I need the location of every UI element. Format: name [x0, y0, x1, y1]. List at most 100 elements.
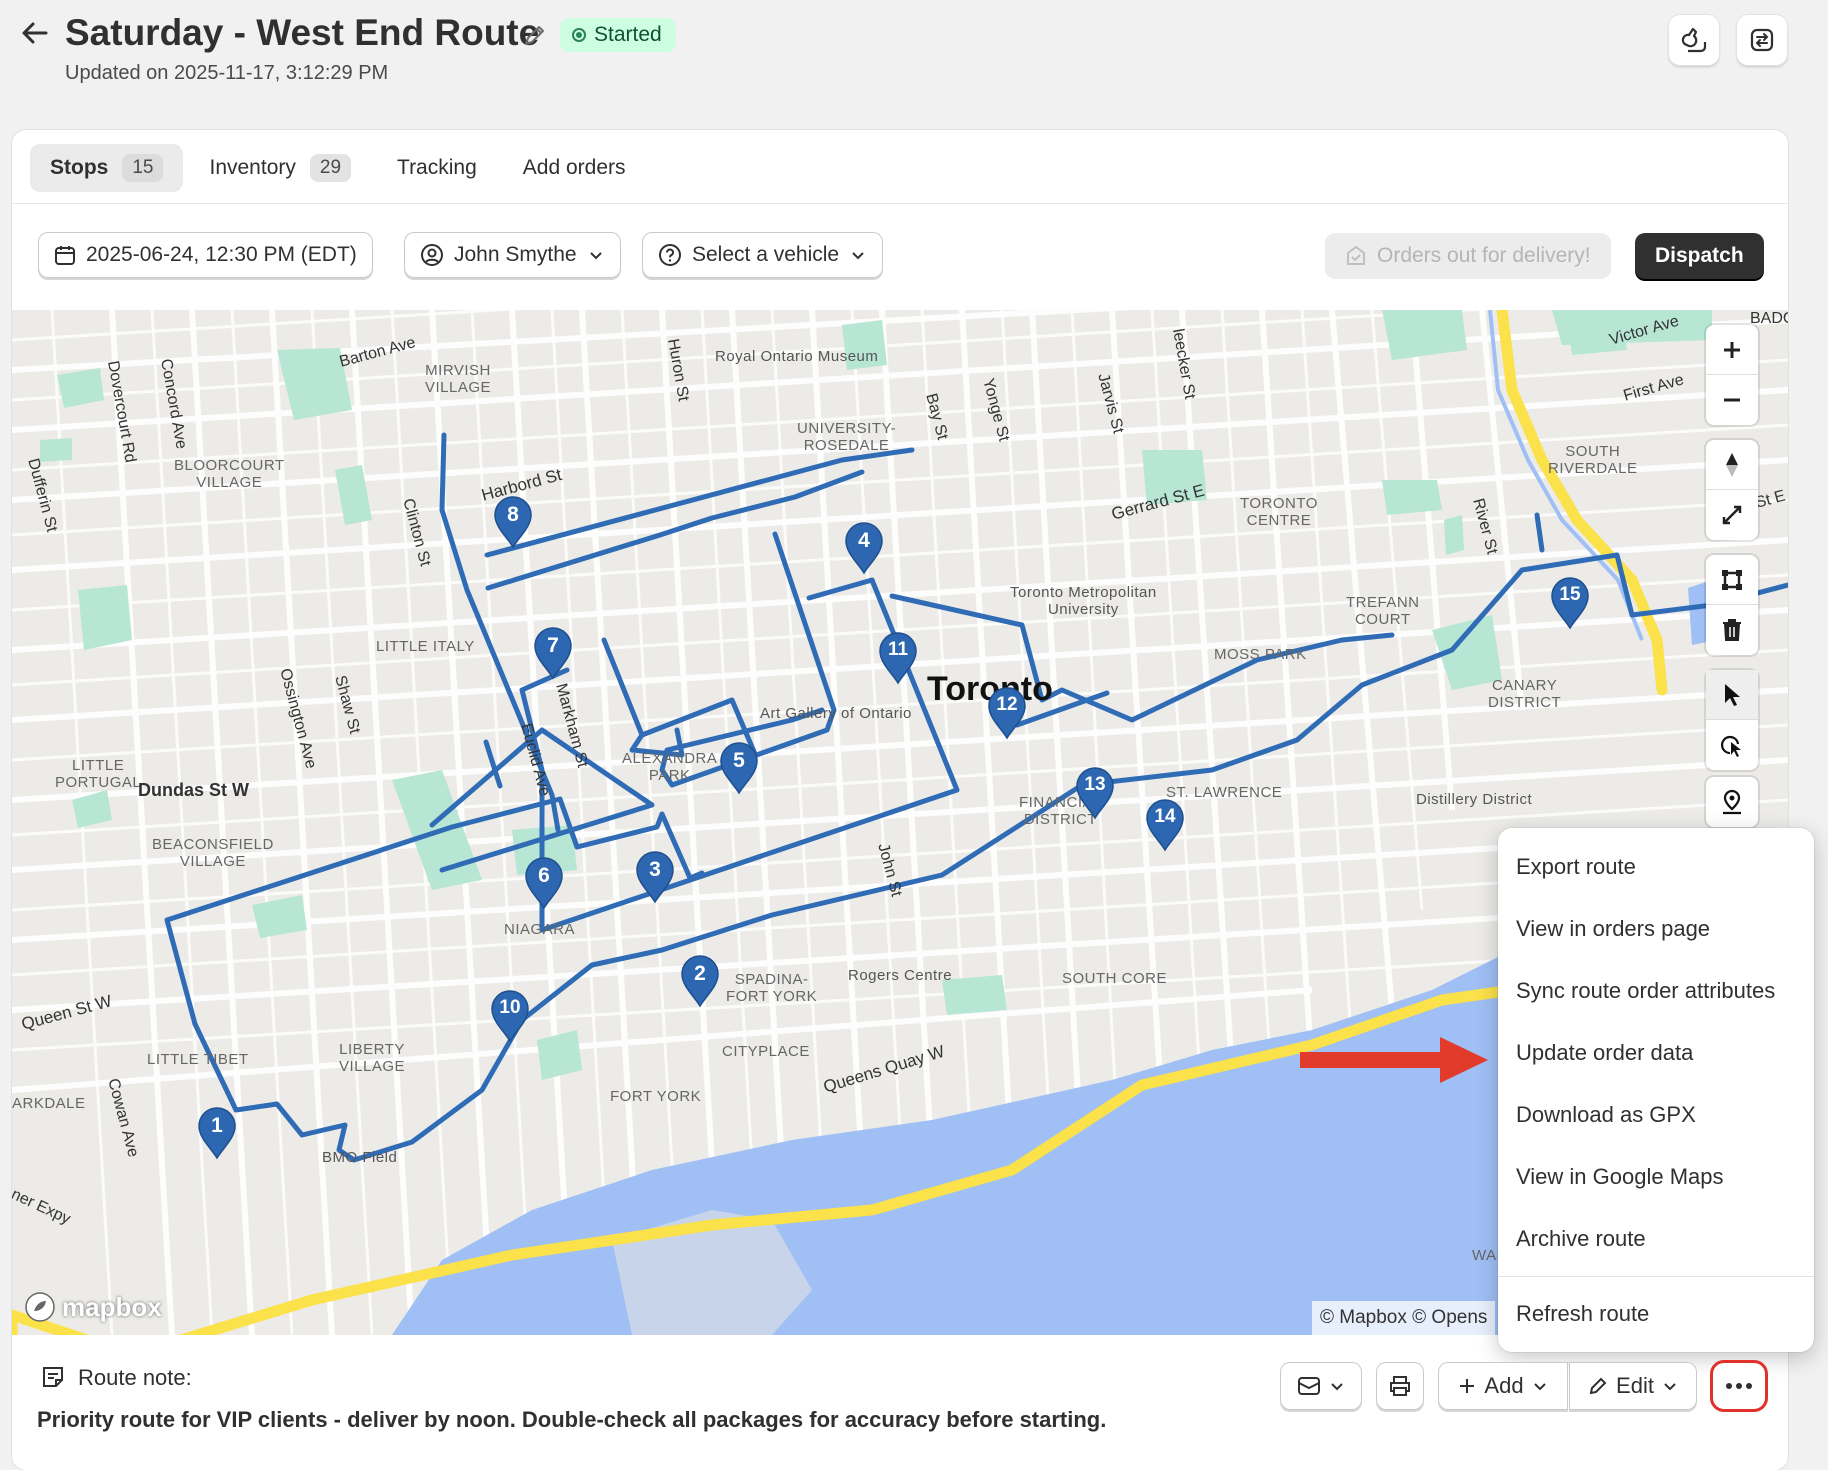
chevron-down-icon — [589, 252, 602, 260]
stop-marker-label: 12 — [996, 694, 1018, 715]
poi-label: Toronto Metropolitan University — [1010, 584, 1157, 618]
zoom-out-button[interactable] — [1706, 375, 1758, 425]
expand-icon — [1722, 505, 1742, 525]
lasso-select-button[interactable] — [1706, 720, 1758, 770]
mail-check-icon — [1347, 245, 1365, 265]
menu-item-update-order-data[interactable]: Update order data — [1498, 1022, 1814, 1084]
stop-marker-5[interactable]: 5 — [719, 741, 759, 795]
neighbourhood-label: LITTLE TIBET — [147, 1051, 249, 1068]
menu-item-export-route[interactable]: Export route — [1498, 836, 1814, 898]
neighbourhood-label: TORONTO CENTRE — [1240, 495, 1318, 529]
menu-item-refresh-route[interactable]: Refresh route — [1498, 1283, 1814, 1345]
status-label: Started — [594, 23, 662, 46]
stop-marker-label: 11 — [887, 639, 909, 660]
back-button[interactable] — [20, 18, 56, 54]
email-menu-button[interactable] — [1280, 1362, 1362, 1410]
cursor-icon — [1725, 683, 1740, 706]
tab-tracking[interactable]: Tracking — [377, 144, 497, 192]
stop-marker-8[interactable]: 8 — [493, 495, 533, 549]
vehicle-value: Select a vehicle — [692, 243, 840, 266]
stop-marker-15[interactable]: 15 — [1550, 576, 1590, 630]
plus-icon — [1724, 341, 1740, 358]
date-picker[interactable]: 2025-06-24, 12:30 PM (EDT) — [38, 232, 373, 278]
stop-marker-6[interactable]: 6 — [524, 856, 564, 910]
stop-marker-label: 8 — [507, 503, 519, 526]
stop-marker-label: 2 — [694, 962, 706, 985]
stop-marker-12[interactable]: 12 — [987, 686, 1027, 740]
stop-marker-13[interactable]: 13 — [1075, 766, 1115, 820]
tab-add-orders[interactable]: Add orders — [503, 144, 646, 192]
neighbourhood-label: FORT YORK — [610, 1088, 702, 1105]
more-actions-menu: Export route View in orders page Sync ro… — [1498, 828, 1814, 1352]
zoom-in-button[interactable] — [1706, 325, 1758, 375]
orders-out-label: Orders out for delivery! — [1377, 244, 1591, 267]
neighbourhood-label: NIAGARA — [504, 921, 576, 938]
mapbox-icon — [25, 1292, 55, 1322]
stop-marker-4[interactable]: 4 — [844, 521, 884, 575]
stop-marker-10[interactable]: 10 — [490, 989, 530, 1043]
trash-icon — [1723, 619, 1741, 641]
stop-marker-label: 7 — [547, 634, 559, 657]
fullscreen-button[interactable] — [1706, 490, 1758, 540]
route-note-text: Priority route for VIP clients - deliver… — [37, 1407, 1107, 1432]
poi-label: Distillery District — [1416, 791, 1533, 808]
poi-label: Rogers Centre — [848, 967, 953, 984]
stop-marker-11[interactable]: 11 — [878, 631, 918, 685]
menu-item-archive-route[interactable]: Archive route — [1498, 1208, 1814, 1270]
menu-item-download-gpx[interactable]: Download as GPX — [1498, 1084, 1814, 1146]
delete-drawing-button[interactable] — [1706, 605, 1758, 655]
poi-label: Art Gallery of Ontario — [760, 705, 912, 722]
stop-marker-3[interactable]: 3 — [635, 850, 675, 904]
neighbourhood-label: LIBERTY VILLAGE — [339, 1041, 406, 1075]
add-button[interactable]: Add — [1438, 1362, 1568, 1410]
stop-marker-2[interactable]: 2 — [680, 954, 720, 1008]
geolocate-button[interactable] — [1706, 777, 1758, 827]
stop-marker-14[interactable]: 14 — [1145, 798, 1185, 852]
neighbourhood-label: SOUTH CORE — [1062, 970, 1168, 987]
neighbourhood-label: SPADINA- FORT YORK — [726, 971, 818, 1005]
tab-stops[interactable]: Stops 15 — [30, 144, 184, 192]
switch-route-button[interactable] — [1736, 14, 1788, 66]
orders-out-button[interactable]: Orders out for delivery! — [1325, 233, 1611, 279]
chevron-down-icon — [852, 252, 864, 260]
driver-select[interactable]: John Smythe — [404, 232, 621, 278]
updated-timestamp: Updated on 2025-11-17, 3:12:29 PM — [65, 62, 389, 84]
dispatch-button[interactable]: Dispatch — [1635, 233, 1764, 279]
map-attribution[interactable]: © Mapbox © Opens — [1312, 1301, 1496, 1335]
edit-title-button[interactable] — [522, 22, 548, 48]
vehicle-select[interactable]: Select a vehicle — [642, 232, 884, 278]
stop-marker-1[interactable]: 1 — [197, 1106, 237, 1160]
stop-marker-label: 13 — [1084, 774, 1106, 795]
menu-item-google-maps[interactable]: View in Google Maps — [1498, 1146, 1814, 1208]
stop-marker-label: 1 — [211, 1114, 223, 1137]
menu-item-sync-attributes[interactable]: Sync route order attributes — [1498, 960, 1814, 1022]
polygon-icon — [1722, 569, 1742, 590]
select-tool-button[interactable] — [1706, 670, 1758, 720]
neighbourhood-label: BEACONSFIELD VILLAGE — [152, 836, 274, 870]
neighbourhood-label: MIRVISH VILLAGE — [425, 362, 492, 396]
more-actions-button[interactable] — [1710, 1360, 1768, 1412]
edit-button[interactable]: Edit — [1569, 1362, 1697, 1410]
lasso-icon — [1721, 735, 1741, 757]
poi-label: BMO Field — [322, 1149, 398, 1166]
pencil-icon — [525, 26, 544, 45]
stop-marker-7[interactable]: 7 — [533, 626, 573, 680]
print-button[interactable] — [1376, 1362, 1424, 1410]
draw-polygon-button[interactable] — [1706, 555, 1758, 605]
tab-count: 15 — [122, 154, 164, 182]
mapbox-logo: mapbox — [24, 1291, 162, 1323]
chevron-down-icon — [1664, 1383, 1676, 1391]
compass-button[interactable] — [1706, 440, 1758, 490]
stop-marker-label: 15 — [1559, 584, 1581, 605]
tab-inventory[interactable]: Inventory 29 — [189, 144, 371, 192]
menu-item-view-orders[interactable]: View in orders page — [1498, 898, 1814, 960]
driver-value: John Smythe — [454, 243, 577, 266]
pencil-icon — [1589, 1377, 1607, 1395]
tab-bar: Stops 15 Inventory 29 Tracking Add orders — [30, 144, 646, 194]
edit-label: Edit — [1616, 1373, 1654, 1398]
share-button[interactable] — [1668, 14, 1720, 66]
arrow-left-icon — [22, 22, 48, 44]
street-label: Dundas St W — [138, 780, 249, 800]
neighbourhood-label: LITTLE PORTUGAL — [55, 757, 142, 791]
select-controls — [1706, 670, 1758, 770]
